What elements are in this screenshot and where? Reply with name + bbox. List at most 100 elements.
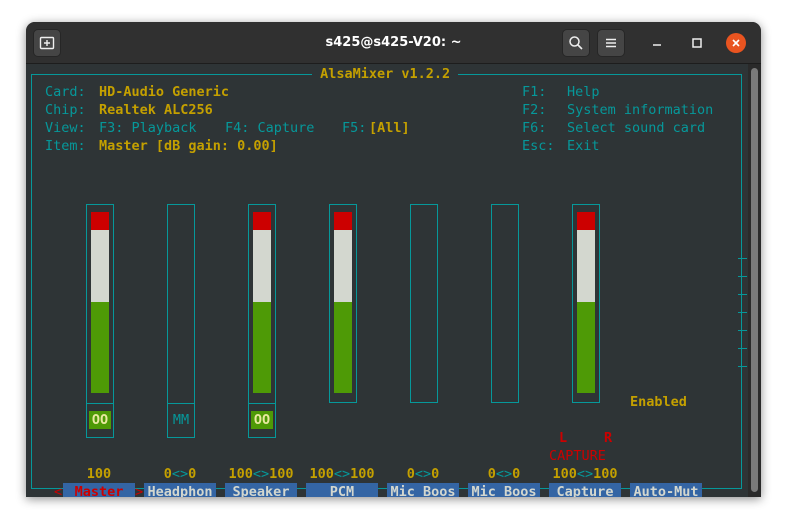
close-button[interactable] xyxy=(726,33,746,53)
selected-marker-left: < xyxy=(54,484,63,497)
channel-3-level-mid xyxy=(334,230,352,302)
minimize-button[interactable] xyxy=(647,33,667,53)
help-key-f1: F1: xyxy=(522,84,547,100)
channel-0-meter-divider xyxy=(86,403,114,404)
selected-marker-right: > xyxy=(135,484,144,497)
card-label: Card: xyxy=(45,84,86,100)
view-f5: F5: xyxy=(342,120,367,136)
channel-6-level-low xyxy=(577,302,595,393)
channel-1-value-sep: <> xyxy=(171,466,189,482)
channel-2-level-low xyxy=(253,302,271,393)
channel-2-name[interactable]: Speaker xyxy=(225,483,297,497)
scroll-tick xyxy=(738,366,747,367)
hamburger-menu-icon xyxy=(606,38,616,48)
channel-0-level-mid xyxy=(91,230,109,302)
channel-3-value: 100<>100 xyxy=(306,465,378,483)
item-value: Master [dB gain: 0.00] xyxy=(99,138,278,154)
channel-2-level-mid xyxy=(253,230,271,302)
channel-5-value-right: 0 xyxy=(512,466,521,482)
close-icon xyxy=(732,39,740,47)
auto-mute-enabled-label: Enabled xyxy=(630,394,687,410)
channel-6-level-peak xyxy=(577,212,595,230)
capture-left-flag: L xyxy=(559,430,568,446)
channel-2-mute-state[interactable]: OO xyxy=(251,411,273,429)
channel-1-name[interactable]: Headphon xyxy=(144,483,216,497)
channel-5-value-sep: <> xyxy=(495,466,513,482)
capture-status-label: CAPTURE xyxy=(549,448,606,464)
channel-5-name[interactable]: Mic Boos xyxy=(468,483,540,497)
terminal-window: s425@s425-V20: ~ AlsaMixer v1.2.2 Card: … xyxy=(26,22,761,497)
channel-0-value: 100 xyxy=(63,465,135,483)
scroll-tick xyxy=(738,258,747,259)
channel-4-value-right: 0 xyxy=(431,466,440,482)
scroll-tick xyxy=(738,312,747,313)
channel-3-level-peak xyxy=(334,212,352,230)
title-bar: s425@s425-V20: ~ xyxy=(26,22,761,64)
scroll-tick xyxy=(738,348,747,349)
channel-3-value-right: 100 xyxy=(350,466,375,482)
help-text-f1: Help xyxy=(567,84,600,100)
channel-4-volume-meter[interactable] xyxy=(410,204,438,403)
channel-0-level-peak xyxy=(91,212,109,230)
channel-0-name[interactable]: Master xyxy=(63,483,135,497)
channel-5-value-left: 0 xyxy=(487,466,496,482)
scroll-tick xyxy=(738,330,747,331)
channel-3-level-low xyxy=(334,302,352,393)
channel-7-name[interactable]: Auto-Mut xyxy=(630,483,702,497)
item-label: Item: xyxy=(45,138,86,154)
channel-2-meter-divider xyxy=(248,403,276,404)
capture-right-flag: R xyxy=(604,430,613,446)
chip-label: Chip: xyxy=(45,102,86,118)
view-capture: F4: Capture xyxy=(225,120,315,136)
alsamixer-title: AlsaMixer v1.2.2 xyxy=(312,65,459,83)
help-key-f2: F2: xyxy=(522,102,547,118)
channel-3-name[interactable]: PCM xyxy=(306,483,378,497)
terminal-content[interactable]: AlsaMixer v1.2.2 Card: HD-Audio Generic … xyxy=(26,64,748,497)
channel-2-level-peak xyxy=(253,212,271,230)
channel-6-name[interactable]: Capture xyxy=(549,483,621,497)
channel-2-value-right: 100 xyxy=(269,466,294,482)
help-text-esc: Exit xyxy=(567,138,600,154)
channel-2-value-sep: <> xyxy=(252,466,270,482)
help-text-f6: Select sound card xyxy=(567,120,706,136)
channel-5-value: 0<>0 xyxy=(468,465,540,483)
help-key-f6: F6: xyxy=(522,120,547,136)
channel-6-value-left: 100 xyxy=(552,466,577,482)
channel-1-value: 0<>0 xyxy=(144,465,216,483)
minimize-icon xyxy=(653,44,661,46)
channel-0-value-left: 100 xyxy=(86,466,112,482)
channel-6-value: 100<>100 xyxy=(549,465,621,483)
channel-0-mute-state[interactable]: OO xyxy=(89,411,111,429)
channel-1-meter-divider xyxy=(167,403,195,404)
view-label: View: xyxy=(45,120,86,136)
card-value: HD-Audio Generic xyxy=(99,84,230,100)
channel-6-value-right: 100 xyxy=(593,466,618,482)
channel-4-name[interactable]: Mic Boos xyxy=(387,483,459,497)
terminal-scrollbar[interactable] xyxy=(748,64,761,497)
scrollbar-thumb[interactable] xyxy=(751,68,758,492)
channel-5-volume-meter[interactable] xyxy=(491,204,519,403)
channel-6-level-mid xyxy=(577,230,595,302)
search-icon xyxy=(569,36,583,50)
channel-4-value-sep: <> xyxy=(414,466,432,482)
channel-1-mute-state[interactable]: MM xyxy=(170,411,192,429)
scroll-tick xyxy=(738,276,747,277)
scroll-tick xyxy=(738,294,747,295)
help-text-f2: System information xyxy=(567,102,714,118)
channel-1-value-right: 0 xyxy=(188,466,197,482)
channel-1-value-left: 0 xyxy=(163,466,172,482)
help-key-esc: Esc: xyxy=(522,138,555,154)
channel-4-value: 0<>0 xyxy=(387,465,459,483)
menu-button[interactable] xyxy=(597,29,625,57)
channel-3-value-left: 100 xyxy=(309,466,334,482)
channel-3-value-sep: <> xyxy=(333,466,351,482)
view-all: [All] xyxy=(369,120,410,136)
search-button[interactable] xyxy=(562,29,590,57)
channel-6-value-sep: <> xyxy=(576,466,594,482)
channel-0-level-low xyxy=(91,302,109,393)
chip-value: Realtek ALC256 xyxy=(99,102,213,118)
channel-4-value-left: 0 xyxy=(406,466,415,482)
maximize-button[interactable] xyxy=(687,33,707,53)
view-playback: F3: Playback xyxy=(99,120,197,136)
maximize-icon xyxy=(692,38,702,48)
